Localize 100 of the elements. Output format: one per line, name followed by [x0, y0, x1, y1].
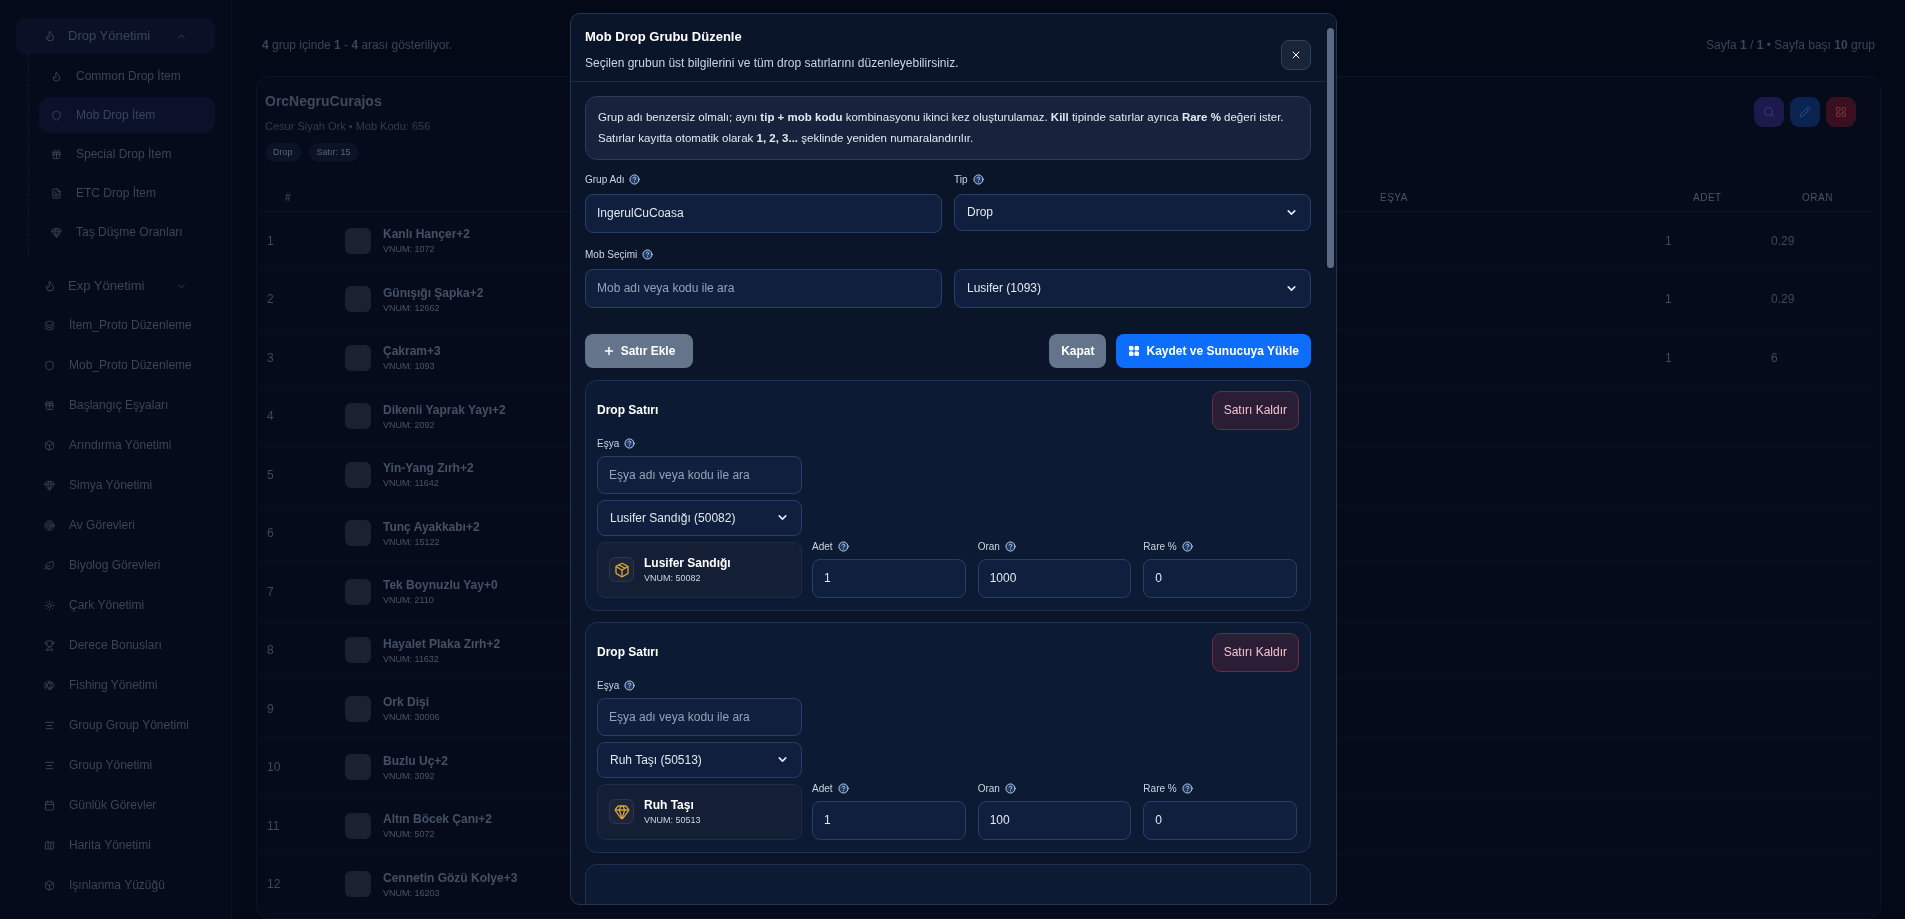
sidebar-item[interactable]: Mob_Proto Düzenleme	[16, 346, 215, 384]
help-icon[interactable]	[1181, 783, 1193, 794]
item-name: Çakram+3	[383, 343, 441, 360]
item-name: Yin-Yang Zırh+2	[383, 460, 474, 477]
item-name: Tunç Ayakkabı+2	[383, 518, 480, 536]
table-cell: 6	[1771, 350, 1778, 365]
sidebar-group[interactable]: Exp Yönetimi	[16, 268, 215, 304]
sidebar-item[interactable]: Group Group Yönetimi	[16, 706, 215, 744]
field-label: Mob Seçimi	[585, 248, 638, 262]
table-cell: 0.29	[1771, 233, 1795, 248]
menu-icon	[51, 226, 62, 238]
sidebar-item[interactable]: Çark Yönetimi	[16, 586, 215, 624]
item-image	[345, 754, 371, 781]
sidebar-item[interactable]: Common Drop İtem	[39, 58, 215, 94]
item-image	[345, 344, 371, 371]
help-icon[interactable]	[642, 249, 654, 260]
help-icon[interactable]	[624, 438, 636, 449]
number-field[interactable]: 1	[812, 800, 966, 840]
help-icon[interactable]	[1181, 541, 1193, 552]
menu-icon	[51, 109, 62, 121]
sidebar-item[interactable]: Fishing Yönetimi	[16, 666, 215, 704]
gem-icon	[613, 803, 630, 820]
row-number: 11	[267, 818, 280, 833]
pencil-icon	[1799, 106, 1811, 118]
sidebar-item[interactable]: Derece Bonusları	[16, 626, 215, 664]
menu-icon	[44, 679, 55, 691]
item-vnum: VNUM: 12662	[383, 301, 440, 315]
tag: Satır: 15	[308, 142, 359, 162]
item-image	[345, 578, 371, 605]
add-row-button[interactable]: Satır Ekle	[585, 333, 693, 368]
menu-icon	[51, 70, 62, 82]
column-header: EŞYA	[1380, 192, 1408, 203]
save-button[interactable]: Kaydet ve Sunucuya Yükle	[1116, 333, 1311, 368]
help-icon[interactable]	[1004, 783, 1016, 794]
item-name: Hayalet Plaka Zırh+2	[383, 635, 501, 653]
help-icon[interactable]	[837, 541, 849, 552]
preview-name: Ruh Taşı	[644, 796, 695, 814]
menu-icon	[44, 599, 55, 611]
field-label: Tip	[954, 173, 968, 187]
sidebar-item[interactable]: ETC Drop İtem	[39, 175, 215, 211]
number-field[interactable]: 0	[1143, 558, 1297, 598]
remove-row-button[interactable]: Satırı Kaldır	[1211, 390, 1299, 430]
sidebar-item[interactable]: Group Yönetimi	[16, 746, 215, 784]
menu-icon	[44, 719, 55, 731]
item-name: Tek Boynuzlu Yay+0	[383, 577, 498, 594]
group-name-field[interactable]: IngerulCuCoasa	[585, 193, 942, 233]
menu-icon	[44, 879, 55, 891]
mob-select[interactable]: Lusifer (1093)	[954, 268, 1311, 308]
sidebar-item[interactable]: Biyolog Görevleri	[16, 546, 215, 584]
sidebar-item[interactable]: Başlangıç Eşyaları	[16, 386, 215, 424]
close-icon	[1290, 49, 1302, 61]
item-vnum: VNUM: 2092	[383, 418, 435, 432]
type-select[interactable]: Drop	[954, 193, 1311, 231]
item-vnum: VNUM: 5072	[383, 828, 435, 841]
remove-row-button[interactable]: Satırı Kaldır	[1211, 632, 1299, 672]
help-icon[interactable]	[629, 174, 641, 185]
item-image	[345, 461, 371, 488]
row-number: 10	[267, 760, 281, 775]
sidebar-item[interactable]: Special Drop İtem	[39, 136, 215, 172]
mob-search-field[interactable]: Mob adı veya kodu ile ara	[585, 268, 942, 308]
number-field[interactable]: 1000	[977, 558, 1132, 598]
number-field[interactable]: 0	[1143, 800, 1297, 840]
menu-icon	[44, 319, 55, 331]
help-icon[interactable]	[1004, 541, 1016, 552]
item-image	[345, 227, 371, 254]
item-name: Günışığı Şapka+2	[383, 284, 484, 302]
grid-icon	[1128, 344, 1141, 357]
sidebar-item[interactable]: Simya Yönetimi	[16, 466, 215, 504]
close-button[interactable]: Kapat	[1049, 333, 1107, 368]
item-image	[345, 695, 371, 722]
sidebar-item[interactable]: Harita Yönetimi	[16, 826, 215, 864]
item-vnum: VNUM: 2110	[383, 594, 434, 607]
item-vnum: VNUM: 30006	[383, 711, 440, 724]
menu-icon	[44, 479, 55, 491]
search-icon	[1763, 106, 1775, 118]
item-select[interactable]: Ruh Taşı (50513)	[597, 741, 802, 778]
preview-vnum: VNUM: 50082	[644, 571, 702, 585]
number-field[interactable]: 1	[812, 558, 966, 598]
scrollbar[interactable]	[1325, 14, 1336, 904]
row-title: Drop Satırı	[597, 644, 659, 661]
item-select[interactable]: Lusifer Sandığı (50082)	[597, 499, 802, 536]
help-icon[interactable]	[972, 174, 984, 185]
item-search-field[interactable]: Eşya adı veya kodu ile ara	[597, 455, 802, 494]
row-number: 9	[267, 701, 274, 716]
sidebar-item[interactable]: Taş Düşme Oranları	[39, 214, 215, 250]
help-icon[interactable]	[624, 680, 636, 691]
menu-icon	[44, 759, 55, 771]
sidebar-item[interactable]: Av Görevleri	[16, 506, 215, 544]
number-field[interactable]: 100	[977, 800, 1132, 840]
field-label: Adet	[812, 782, 833, 796]
sidebar-item[interactable]: İtem_Proto Düzenleme	[16, 306, 215, 344]
help-icon[interactable]	[837, 783, 849, 794]
item-name: Cennetin Gözü Kolye+3	[383, 869, 518, 887]
column-header: ORAN	[1802, 192, 1833, 203]
sidebar-item[interactable]: Arındırma Yönetimi	[16, 426, 215, 464]
item-search-field[interactable]: Eşya adı veya kodu ile ara	[597, 697, 802, 736]
group-icon	[44, 30, 56, 42]
sidebar-item[interactable]: Işınlanma Yüzüğü	[16, 866, 215, 904]
menu-icon	[44, 639, 55, 651]
sidebar-item[interactable]: Günlük Görevler	[16, 786, 215, 824]
